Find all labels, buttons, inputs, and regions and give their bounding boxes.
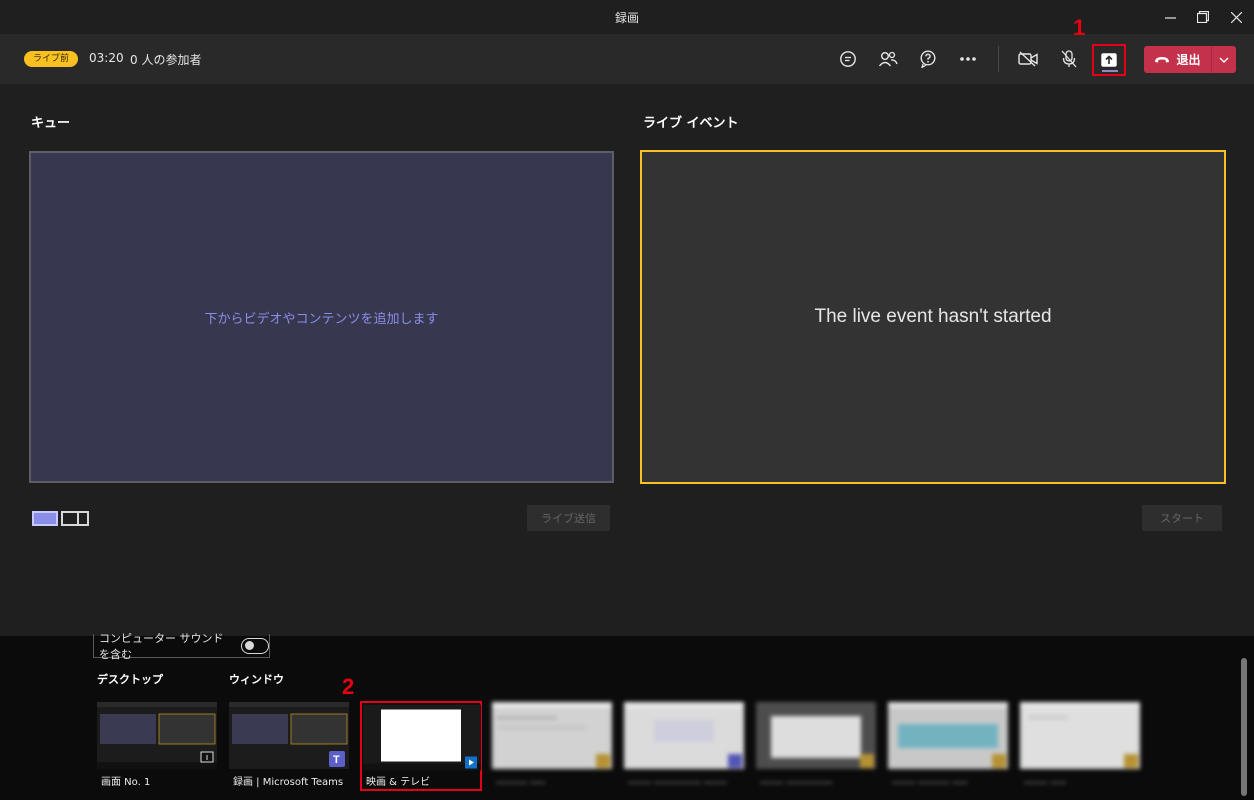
live-event-panel: The live event hasn't started bbox=[640, 150, 1226, 484]
leave-label: 退出 bbox=[1176, 53, 1201, 67]
send-live-button[interactable]: ライブ送信 bbox=[527, 505, 610, 531]
desktop-thumbnail bbox=[97, 702, 217, 769]
thumbnail-caption-blurred: ▁▁▁ ▁▁ bbox=[1024, 773, 1066, 784]
live-status-message: The live event hasn't started bbox=[814, 306, 1052, 327]
share-window-blurred-2[interactable]: ▁▁▁ ▁▁▁▁▁▁ ▁▁▁ bbox=[624, 702, 744, 788]
thumbnail-caption: 録画 | Microsoft Teams bbox=[233, 777, 344, 788]
movies-tv-thumbnail bbox=[363, 704, 481, 771]
window-thumbnail bbox=[1020, 702, 1140, 769]
status-badge: ライブ前 bbox=[24, 51, 79, 67]
leave-main-button[interactable]: 退出 bbox=[1144, 51, 1211, 68]
more-options-button[interactable] bbox=[953, 45, 983, 73]
people-button[interactable] bbox=[873, 45, 903, 73]
share-window-movies-tv[interactable]: 映画 & テレビ bbox=[360, 701, 482, 791]
participant-count: 0 人の参加者 bbox=[130, 53, 202, 67]
share-window-blurred-4[interactable]: ▁▁▁ ▁▁▁▁ ▁▁ bbox=[888, 702, 1008, 788]
meeting-timer: 03:20 bbox=[89, 51, 124, 65]
toolbar-divider bbox=[998, 46, 999, 72]
production-stage: キュー ライブ イベント 下からビデオやコンテンツを追加します The live… bbox=[0, 84, 1254, 636]
restore-icon bbox=[1197, 11, 1209, 23]
leave-options-button[interactable] bbox=[1212, 57, 1236, 63]
share-window-blurred-3[interactable]: ▁▁▁ ▁▁▁▁▁▁ bbox=[756, 702, 876, 788]
hang-up-icon bbox=[1155, 56, 1170, 62]
close-button[interactable] bbox=[1221, 4, 1251, 30]
share-active-indicator bbox=[1102, 70, 1118, 72]
single-layout-button[interactable] bbox=[32, 511, 58, 526]
window-thumbnail bbox=[624, 702, 744, 769]
window-thumbnail bbox=[492, 702, 612, 769]
camera-toggle-button[interactable] bbox=[1013, 45, 1043, 73]
question-icon bbox=[920, 50, 936, 68]
window-thumbnail bbox=[888, 702, 1008, 769]
thumbnail-caption-blurred: ▁▁▁ ▁▁▁▁▁▁ bbox=[760, 773, 833, 784]
title-bar: 録画 bbox=[0, 0, 1254, 34]
live-event-title: ライブ イベント bbox=[643, 116, 739, 131]
restore-button[interactable] bbox=[1188, 4, 1218, 30]
tray-scrollbar[interactable] bbox=[1240, 658, 1248, 796]
include-sound-toggle[interactable] bbox=[241, 637, 269, 654]
thumbnail-caption-blurred: ▁▁▁ ▁▁▁▁▁▁ ▁▁▁ bbox=[628, 773, 727, 784]
chevron-down-icon bbox=[1219, 57, 1229, 63]
meeting-toolbar: ライブ前 03:20 0 人の参加者 退出 bbox=[0, 34, 1254, 84]
minimize-icon bbox=[1164, 16, 1176, 19]
share-content-button[interactable] bbox=[1092, 44, 1126, 76]
svg-text:T: T bbox=[333, 754, 340, 766]
window-heading: ウィンドウ bbox=[229, 673, 284, 686]
thumbnail-caption: 画面 No. 1 bbox=[101, 777, 151, 788]
chat-icon bbox=[840, 51, 856, 67]
share-window-blurred-5[interactable]: ▁▁▁ ▁▁ bbox=[1020, 702, 1140, 788]
minimize-button[interactable] bbox=[1155, 4, 1185, 30]
people-icon bbox=[878, 51, 898, 67]
share-tray: コンピューター サウンドを含む デスクトップ ウィンドウ 2 画面 No. 1 … bbox=[0, 632, 1254, 800]
share-window-teams[interactable]: T 録画 | Microsoft Teams bbox=[229, 702, 349, 788]
camera-off-icon bbox=[1018, 51, 1038, 67]
qa-button[interactable] bbox=[913, 45, 943, 73]
window-thumbnail bbox=[756, 702, 876, 769]
thumbnail-caption-blurred: ▁▁▁ ▁▁▁▁ ▁▁ bbox=[892, 773, 968, 784]
queue-panel[interactable]: 下からビデオやコンテンツを追加します bbox=[29, 151, 614, 483]
annotation-marker-2: 2 bbox=[342, 674, 355, 699]
queue-title: キュー bbox=[31, 116, 71, 131]
window-title: 録画 bbox=[614, 11, 639, 25]
desktop-heading: デスクトップ bbox=[97, 673, 163, 686]
close-icon bbox=[1230, 11, 1242, 23]
mic-toggle-button[interactable] bbox=[1054, 45, 1084, 73]
layout-selector bbox=[32, 511, 89, 526]
share-desktop-screen-1[interactable]: 画面 No. 1 bbox=[97, 702, 217, 788]
thumbnail-caption-blurred: ▁▁▁▁ ▁▁ bbox=[496, 773, 546, 784]
leave-button[interactable]: 退出 bbox=[1144, 46, 1236, 73]
mic-off-icon bbox=[1061, 50, 1077, 68]
include-sound-label: コンピューター サウンドを含む bbox=[99, 631, 224, 661]
annotation-marker-1: 1 bbox=[1073, 15, 1086, 40]
split-layout-button[interactable] bbox=[61, 511, 89, 526]
share-screen-icon bbox=[1101, 53, 1117, 67]
teams-window-thumbnail: T bbox=[229, 702, 349, 769]
more-icon bbox=[960, 57, 976, 61]
chat-button[interactable] bbox=[833, 45, 863, 73]
scrollbar-thumb[interactable] bbox=[1241, 658, 1247, 796]
start-button[interactable]: スタート bbox=[1142, 505, 1222, 531]
include-sound-option[interactable]: コンピューター サウンドを含む bbox=[93, 632, 270, 661]
queue-hint: 下からビデオやコンテンツを追加します bbox=[204, 311, 439, 327]
share-window-blurred-1[interactable]: ▁▁▁▁ ▁▁ bbox=[492, 702, 612, 788]
thumbnail-caption: 映画 & テレビ bbox=[366, 777, 431, 788]
